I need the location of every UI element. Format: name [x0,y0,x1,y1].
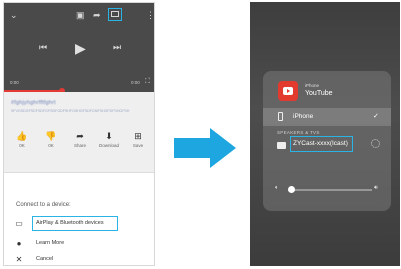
next-icon[interactable]: ⏭ [113,43,121,52]
info-icon: ● [16,239,22,248]
option-label: Learn More [36,240,65,246]
now-playing-device: iPhone [305,83,320,88]
close-icon: ✕ [15,255,23,264]
action-download[interactable]: ⬇ Download [97,131,121,148]
share-arrow-icon[interactable]: ➦ [93,11,101,20]
loading-spinner-icon [371,139,380,148]
play-icon[interactable]: ▶ [75,40,86,57]
airplay-option[interactable]: ▭ AirPlay & Bluetooth devices [14,218,154,232]
device-label: iPhone [293,113,314,120]
cast-icon [111,11,119,17]
checkmark-icon: ✓ [373,113,379,120]
cancel-option[interactable]: ✕ Cancel [14,254,154,265]
tv-box-icon [277,142,286,149]
captions-icon[interactable]: ▣ [76,11,85,20]
action-label: 0K [19,143,25,148]
more-vert-icon[interactable]: ⋮ [146,11,154,20]
volume-slider[interactable] [288,189,372,191]
video-info-panel: #fghjyhghrfftfghrt SFVGSDGFSDFSDFGFSDFGD… [4,92,154,172]
time-current: 0:00 [10,80,19,85]
arrow-right-icon [174,128,236,168]
iphone-icon [278,112,283,121]
action-label: Share [73,143,86,148]
option-label: Cancel [36,256,54,262]
tv-icon: ▭ [15,219,23,228]
video-subtitle: SFVGSDGFSDFSDFGFSDFGDFSHFGSHGFSDFGNFSHGF… [11,109,130,113]
fullscreen-icon[interactable]: ⛶ [145,77,150,86]
device-row-iphone[interactable]: iPhone ✓ [263,108,391,126]
option-label: AirPlay & Bluetooth devices [36,220,104,226]
now-playing-app: YouTube [305,90,333,97]
share-icon: ➦ [76,131,84,141]
collapse-chevron-icon[interactable]: ⌄ [10,11,18,20]
time-total: 0:00 [131,80,140,85]
volume-knob[interactable] [288,186,296,193]
action-save[interactable]: ⊞ Save [126,131,150,148]
action-thumbs-down[interactable]: 👎 0K [39,131,63,148]
action-label: Download [98,143,119,148]
volume-low-icon: 🔈︎ [275,185,279,191]
action-thumbs-up[interactable]: 👍 0K [10,131,34,148]
thumbs-down-icon: 👎 [45,131,57,141]
save-icon: ⊞ [134,131,142,141]
video-title: #fghjyhghrfftfghrt [11,100,56,106]
previous-icon[interactable]: ⏮ [39,43,47,52]
action-label: 0K [48,143,54,148]
action-label: Save [132,143,144,148]
airplay-panel-content: iPhone YouTube iPhone ✓ SPEAKERS & TVS Z… [263,71,391,211]
thumbs-up-icon: 👍 [16,131,28,141]
sheet-title: Connect to a device: [16,202,71,208]
video-player[interactable]: ⌄ ▣ ➦ ⋮ ⏮ ▶ ⏭ 0:00 0:00 ⛶ [4,3,154,92]
volume-high-icon: 🔊︎ [374,185,378,191]
cast-device-label: ZYCast-xxxx(Icast) [293,140,348,147]
divider [4,172,154,173]
action-bar: 👍 0K 👎 0K ➦ Share ⬇ Download ⊞ Save [10,131,150,148]
youtube-app-icon [278,81,298,101]
download-icon: ⬇ [105,131,113,141]
speakers-header: SPEAKERS & TVS [277,130,320,135]
learn-more-option[interactable]: ● Learn More [14,238,154,252]
action-share[interactable]: ➦ Share [68,131,92,148]
device-row-cast[interactable]: ZYCast-xxxx(Icast) [263,136,391,154]
youtube-screen: ⌄ ▣ ➦ ⋮ ⏮ ▶ ⏭ 0:00 0:00 ⛶ #fghjyhghrfftf… [3,2,155,266]
